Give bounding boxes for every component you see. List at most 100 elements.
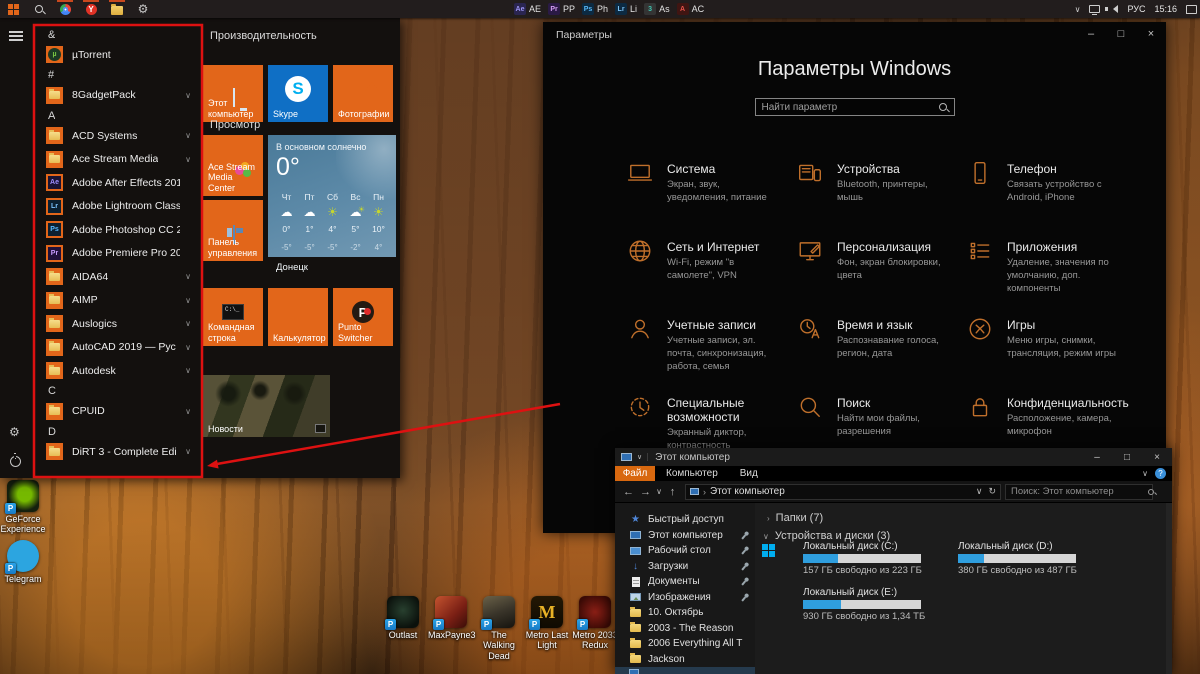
app-list-row[interactable]: & bbox=[33, 26, 200, 43]
expand-chevron-icon[interactable]: ∨ bbox=[185, 319, 191, 328]
app-list-row[interactable]: Auslogics ∨ bbox=[33, 312, 200, 336]
settings-category[interactable]: Сеть и Интернет Wi-Fi, режим "в самолете… bbox=[627, 238, 797, 316]
taskbar-yandex-button[interactable]: Y bbox=[78, 0, 104, 18]
tile-group-header[interactable]: Производительность bbox=[210, 30, 317, 42]
settings-category[interactable]: Персонализация Фон, экран блокировки, цв… bbox=[797, 238, 967, 316]
drive-item[interactable]: Локальный диск (D:) 380 ГБ свободно из 4… bbox=[918, 541, 1096, 576]
nav-pane-item[interactable]: Загрузки bbox=[615, 559, 755, 575]
app-list-row[interactable]: µ µTorrent bbox=[33, 43, 200, 67]
expand-chevron-icon[interactable]: ∨ bbox=[185, 343, 191, 352]
app-list-row[interactable]: D bbox=[33, 423, 200, 440]
settings-category[interactable]: Система Экран, звук, уведомления, питани… bbox=[627, 160, 797, 238]
tile-cmd[interactable]: C:\_ Командная строка bbox=[203, 288, 263, 346]
app-list-row[interactable]: DiRT 3 - Complete Edition ∨ bbox=[33, 440, 200, 464]
minimize-button[interactable]: – bbox=[1082, 448, 1112, 466]
nav-pane-item[interactable]: Рабочий стол bbox=[615, 543, 755, 559]
taskbar-pinned-app[interactable]: 3 As bbox=[644, 3, 670, 15]
hamburger-menu-icon[interactable] bbox=[9, 31, 23, 33]
close-button[interactable]: × bbox=[1136, 22, 1166, 46]
settings-category[interactable]: Телефон Связать устройство с Android, iP… bbox=[967, 160, 1137, 238]
explorer-titlebar[interactable]: ∨ Этот компьютер – □ × bbox=[615, 448, 1172, 466]
desktop-icon[interactable]: P GeForce Experience bbox=[0, 480, 46, 535]
desktop-icon[interactable]: P Metro 2033 Redux bbox=[572, 596, 618, 651]
settings-category[interactable]: Игры Меню игры, снимки, трансляция, режи… bbox=[967, 316, 1137, 394]
nav-pane-item-partial[interactable] bbox=[615, 667, 755, 674]
app-list-row[interactable]: Ae Adobe After Effects 2019 bbox=[33, 171, 200, 195]
minimize-button[interactable]: – bbox=[1076, 22, 1106, 46]
app-list-row[interactable]: AIMP ∨ bbox=[33, 289, 200, 313]
taskbar-explorer-button[interactable] bbox=[104, 0, 130, 18]
notification-center-icon[interactable] bbox=[1186, 5, 1197, 14]
app-list-row[interactable]: ACD Systems ∨ bbox=[33, 124, 200, 148]
app-list-row[interactable]: CPUID ∨ bbox=[33, 400, 200, 424]
expand-chevron-icon[interactable]: ∨ bbox=[185, 272, 191, 281]
breadcrumb[interactable]: › Этот компьютер ∨ ↻ bbox=[685, 484, 1001, 500]
tile-weather[interactable]: В основном солнечно 0° Чт 0° -5° Пт 1° -… bbox=[268, 135, 396, 257]
recent-locations-chevron-icon[interactable]: ∨ bbox=[654, 487, 664, 496]
expand-chevron-icon[interactable]: ∨ bbox=[185, 131, 191, 140]
settings-category[interactable]: Приложения Удаление, значения по умолчан… bbox=[967, 238, 1137, 316]
taskbar-search-button[interactable] bbox=[26, 0, 52, 18]
desktop-icon[interactable]: P The Walking Dead bbox=[476, 596, 522, 661]
tile-calculator[interactable]: Калькулятор bbox=[268, 288, 328, 346]
start-settings-icon[interactable]: ⚙ bbox=[9, 426, 20, 438]
settings-search-input[interactable] bbox=[756, 102, 939, 113]
tile-group-header[interactable]: Просмотр bbox=[210, 119, 260, 131]
taskbar-pinned-app[interactable]: Pr PP bbox=[548, 3, 575, 15]
tray-chevron-icon[interactable]: ∨ bbox=[1075, 5, 1081, 14]
desktop-icon[interactable]: P Telegram bbox=[0, 540, 46, 584]
expand-chevron-icon[interactable]: ∨ bbox=[185, 155, 191, 164]
network-icon[interactable] bbox=[1089, 5, 1100, 13]
nav-pane-item[interactable]: Jackson bbox=[615, 652, 755, 668]
tab-computer[interactable]: Компьютер bbox=[655, 468, 729, 479]
settings-search-box[interactable] bbox=[755, 98, 955, 116]
maximize-button[interactable]: □ bbox=[1112, 448, 1142, 466]
settings-category[interactable]: Время и язык Распознавание голоса, регио… bbox=[797, 316, 967, 394]
app-list-row[interactable]: # bbox=[33, 67, 200, 84]
explorer-search-input[interactable] bbox=[1006, 486, 1148, 497]
desktop-icon[interactable]: P MaxPayne3 bbox=[428, 596, 474, 640]
expand-chevron-icon[interactable]: ∨ bbox=[185, 296, 191, 305]
clock[interactable]: 15:16 bbox=[1154, 4, 1177, 14]
app-list-row[interactable]: AIDA64 ∨ bbox=[33, 265, 200, 289]
explorer-search-box[interactable] bbox=[1005, 484, 1153, 500]
tile-punto-switcher[interactable]: P Punto Switcher bbox=[333, 288, 393, 346]
tile-this-pc[interactable]: Этот компьютер bbox=[203, 65, 263, 122]
start-button[interactable] bbox=[0, 0, 26, 18]
nav-pane-item[interactable]: Этот компьютер bbox=[615, 528, 755, 544]
address-dropdown-icon[interactable]: ∨ bbox=[976, 486, 983, 497]
expand-chevron-icon[interactable]: ∨ bbox=[185, 407, 191, 416]
app-list-row[interactable]: Autodesk ∨ bbox=[33, 359, 200, 383]
tile-ace-stream[interactable]: Ace Stream Media Center bbox=[203, 135, 263, 196]
expand-chevron-icon[interactable]: ∨ bbox=[185, 447, 191, 456]
close-button[interactable]: × bbox=[1142, 448, 1172, 466]
up-button[interactable]: ↑ bbox=[664, 486, 681, 498]
power-icon[interactable] bbox=[10, 456, 21, 467]
app-list-row[interactable]: Lr Adobe Lightroom Classic CC bbox=[33, 195, 200, 219]
settings-category[interactable]: Устройства Bluetooth, принтеры, мышь bbox=[797, 160, 967, 238]
app-list-row[interactable]: AutoCAD 2019 — Русский (Russ... ∨ bbox=[33, 336, 200, 360]
tile-news[interactable]: Новости bbox=[203, 375, 330, 437]
taskbar-settings-button[interactable]: ⚙ bbox=[130, 0, 156, 18]
language-indicator[interactable]: РУС bbox=[1127, 4, 1145, 14]
quick-access-toolbar-chevron-icon[interactable]: ∨ bbox=[637, 453, 648, 461]
taskbar-pinned-app[interactable]: Ps Ph bbox=[582, 3, 608, 15]
maximize-button[interactable]: □ bbox=[1106, 22, 1136, 46]
tile-control-panel[interactable]: Панель управления bbox=[203, 200, 263, 261]
app-list-row[interactable]: Ps Adobe Photoshop CC 2019 bbox=[33, 218, 200, 242]
taskbar-pinned-app[interactable]: Lr Li bbox=[615, 3, 637, 15]
expand-chevron-icon[interactable]: ∨ bbox=[185, 91, 191, 100]
app-list-row[interactable]: 8GadgetPack ∨ bbox=[33, 84, 200, 108]
nav-pane-item[interactable]: Изображения bbox=[615, 590, 755, 606]
tile-photos[interactable]: Фотографии bbox=[333, 65, 393, 122]
nav-pane-item[interactable]: Быстрый доступ bbox=[615, 512, 755, 528]
help-icon[interactable]: ? bbox=[1155, 468, 1166, 479]
nav-pane-item[interactable]: 2006 Everything All The Time bbox=[615, 636, 755, 652]
forward-button[interactable]: → bbox=[637, 486, 654, 498]
expanded-chevron-icon[interactable]: ∨ bbox=[763, 532, 769, 541]
refresh-icon[interactable]: ↻ bbox=[988, 486, 996, 497]
app-list-row[interactable]: Pr Adobe Premiere Pro 2019 bbox=[33, 242, 200, 266]
nav-pane-item[interactable]: 2003 - The Reason bbox=[615, 621, 755, 637]
desktop-icon[interactable]: P Outlast bbox=[380, 596, 426, 640]
app-list-row[interactable]: C bbox=[33, 383, 200, 400]
